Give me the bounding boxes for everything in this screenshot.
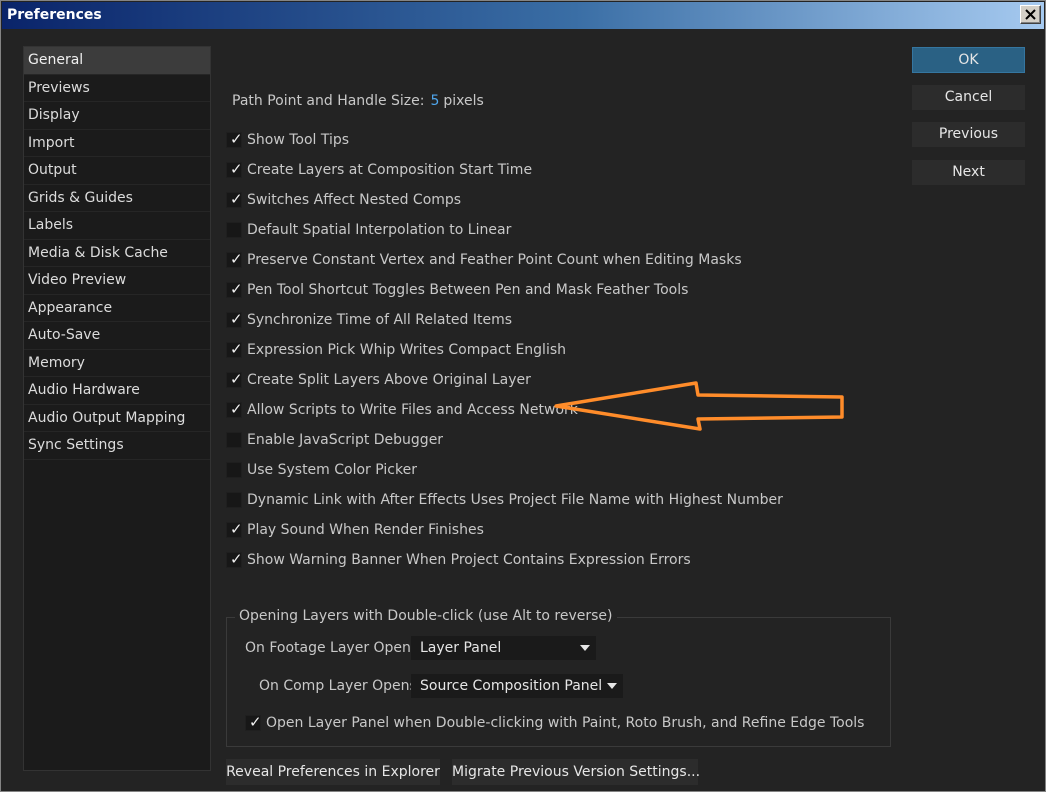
option-checkbox[interactable]: ✓ — [226, 400, 243, 418]
arrow-icon — [554, 381, 844, 431]
sidebar-item-audio-hardware[interactable]: Audio Hardware — [24, 377, 210, 405]
option-create-layers-at-start: ✓ Create Layers at Composition Start Time — [226, 155, 783, 185]
checkmark-icon: ✓ — [230, 550, 243, 568]
path-point-size-label: Path Point and Handle Size: — [232, 93, 425, 109]
open-layer-panel-checkbox[interactable]: ✓ — [245, 713, 262, 731]
sidebar-item-output[interactable]: Output — [24, 157, 210, 185]
chevron-down-icon — [607, 683, 617, 689]
sidebar-item-media-disk-cache[interactable]: Media & Disk Cache — [24, 240, 210, 267]
option-checkbox[interactable]: ✓ — [226, 250, 243, 268]
checkmark-icon: ✓ — [230, 250, 243, 268]
option-play-sound-render: ✓ Play Sound When Render Finishes — [226, 515, 783, 545]
option-preserve-vertex-count: ✓ Preserve Constant Vertex and Feather Po… — [226, 245, 783, 275]
option-switches-affect-nested: ✓ Switches Affect Nested Comps — [226, 185, 783, 215]
sidebar-item-video-preview[interactable]: Video Preview — [24, 267, 210, 295]
checkmark-icon: ✓ — [230, 520, 243, 538]
option-checkbox[interactable] — [226, 462, 242, 478]
sidebar-item-grids-guides[interactable]: Grids & Guides — [24, 185, 210, 212]
option-checkbox[interactable] — [226, 492, 242, 508]
sidebar-item-auto-save[interactable]: Auto-Save — [24, 322, 210, 350]
option-checkbox[interactable]: ✓ — [226, 550, 243, 568]
option-checkbox[interactable]: ✓ — [226, 130, 243, 148]
option-checkbox[interactable] — [226, 432, 242, 448]
sidebar-item-general[interactable]: General — [24, 47, 210, 75]
path-point-size-row: Path Point and Handle Size: 5 pixels — [232, 93, 484, 109]
path-point-size-value[interactable]: 5 — [430, 93, 439, 109]
option-checkbox[interactable]: ✓ — [226, 370, 243, 388]
option-system-color-picker: Use System Color Picker — [226, 455, 783, 485]
sidebar-item-appearance[interactable]: Appearance — [24, 295, 210, 322]
option-pen-tool-shortcut: ✓ Pen Tool Shortcut Toggles Between Pen a… — [226, 275, 783, 305]
dialog-content: General Previews Display Import Output G… — [2, 29, 1044, 791]
checkmark-icon: ✓ — [230, 130, 243, 148]
footage-layer-label: On Footage Layer Opens: — [245, 640, 423, 656]
open-layer-panel-row: ✓ Open Layer Panel when Double-clicking … — [245, 708, 864, 738]
option-pick-whip-compact: ✓ Expression Pick Whip Writes Compact Eng… — [226, 335, 783, 365]
comp-layer-dropdown[interactable]: Source Composition Panel — [411, 674, 623, 698]
option-checkbox[interactable]: ✓ — [226, 280, 243, 298]
option-default-spatial-linear: Default Spatial Interpolation to Linear — [226, 215, 783, 245]
option-checkbox[interactable]: ✓ — [226, 160, 243, 178]
option-synchronize-time: ✓ Synchronize Time of All Related Items — [226, 305, 783, 335]
checkmark-icon: ✓ — [249, 713, 262, 731]
window-title: Preferences — [7, 7, 102, 23]
option-expression-error-banner: ✓ Show Warning Banner When Project Contai… — [226, 545, 783, 575]
next-button[interactable]: Next — [912, 160, 1025, 185]
checkmark-icon: ✓ — [230, 280, 243, 298]
sidebar-item-sync-settings[interactable]: Sync Settings — [24, 432, 210, 460]
option-checkbox[interactable]: ✓ — [226, 190, 243, 208]
category-sidebar: General Previews Display Import Output G… — [23, 46, 211, 771]
migrate-settings-button[interactable]: Migrate Previous Version Settings... — [452, 759, 700, 785]
sidebar-item-display[interactable]: Display — [24, 102, 210, 130]
checkmark-icon: ✓ — [230, 400, 243, 418]
option-dynamic-link-highest: Dynamic Link with After Effects Uses Pro… — [226, 485, 783, 515]
footage-layer-value: Layer Panel — [420, 640, 502, 656]
checkmark-icon: ✓ — [230, 310, 243, 328]
checkmark-icon: ✓ — [230, 190, 243, 208]
reveal-preferences-button[interactable]: Reveal Preferences in Explorer — [226, 759, 440, 785]
close-button[interactable] — [1020, 5, 1041, 24]
sidebar-item-audio-output-mapping[interactable]: Audio Output Mapping — [24, 405, 210, 432]
path-point-size-unit: pixels — [443, 93, 484, 109]
double-click-group: Opening Layers with Double-click (use Al… — [226, 608, 891, 747]
footage-layer-dropdown[interactable]: Layer Panel — [411, 636, 596, 660]
cancel-button[interactable]: Cancel — [912, 85, 1025, 110]
sidebar-item-previews[interactable]: Previews — [24, 75, 210, 102]
checkmark-icon: ✓ — [230, 340, 243, 358]
previous-button[interactable]: Previous — [912, 122, 1025, 147]
option-checkbox[interactable]: ✓ — [226, 520, 243, 538]
sidebar-item-labels[interactable]: Labels — [24, 212, 210, 240]
option-checkbox[interactable]: ✓ — [226, 340, 243, 358]
title-bar[interactable]: Preferences — [2, 2, 1044, 29]
comp-layer-label: On Comp Layer Opens: — [259, 678, 422, 694]
general-options-list: ✓ Show Tool Tips ✓ Create Layers at Compos… — [226, 125, 783, 575]
comp-layer-value: Source Composition Panel — [420, 678, 603, 694]
double-click-group-title: Opening Layers with Double-click (use Al… — [235, 608, 617, 624]
preferences-window: Preferences General Previews Display Imp… — [0, 0, 1046, 792]
option-checkbox[interactable]: ✓ — [226, 310, 243, 328]
checkmark-icon: ✓ — [230, 160, 243, 178]
ok-button[interactable]: OK — [912, 47, 1025, 73]
annotation-arrow — [554, 381, 844, 431]
chevron-down-icon — [580, 645, 590, 651]
sidebar-item-import[interactable]: Import — [24, 130, 210, 157]
option-checkbox[interactable] — [226, 222, 242, 238]
close-icon — [1025, 9, 1036, 20]
sidebar-item-memory[interactable]: Memory — [24, 350, 210, 377]
option-show-tool-tips: ✓ Show Tool Tips — [226, 125, 783, 155]
checkmark-icon: ✓ — [230, 370, 243, 388]
